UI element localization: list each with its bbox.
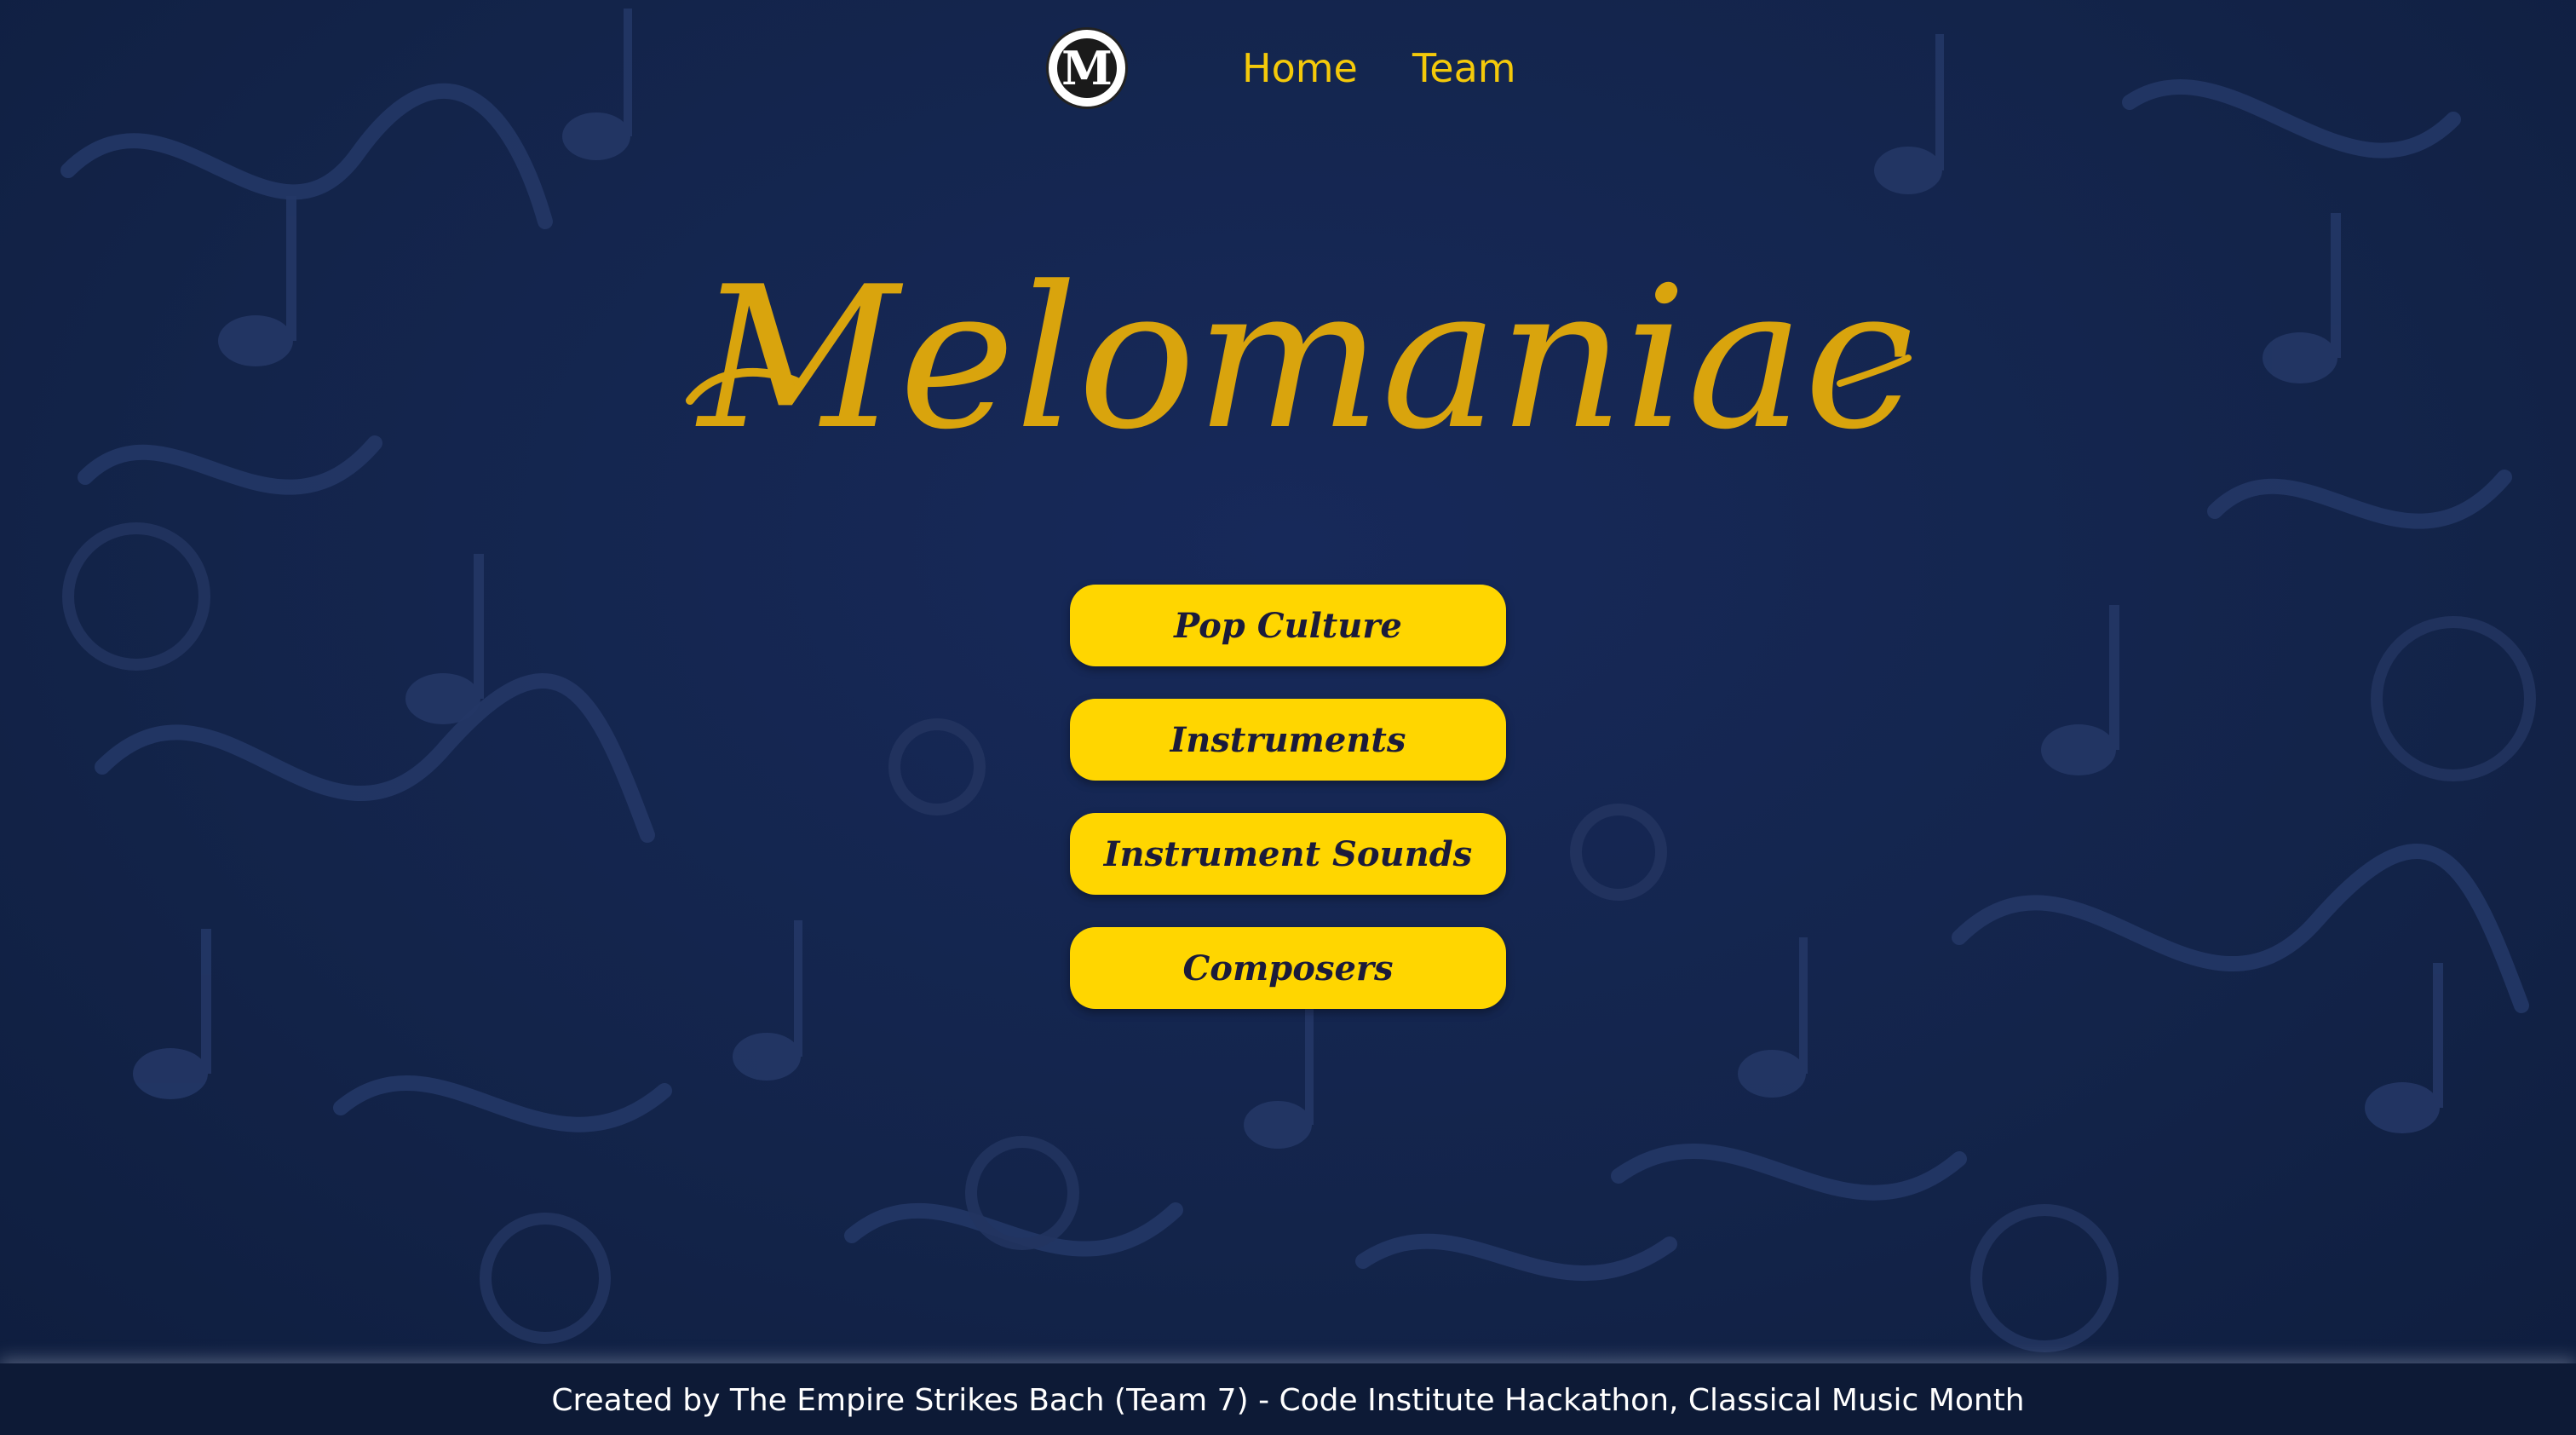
footer: Created by The Empire Strikes Bach (Team… bbox=[0, 1363, 2576, 1435]
composers-button[interactable]: Composers bbox=[1070, 927, 1506, 1009]
instrument-sounds-button[interactable]: Instrument Sounds bbox=[1070, 813, 1506, 895]
logo-emblem: M bbox=[1057, 38, 1117, 98]
site-logo[interactable]: M bbox=[1046, 27, 1128, 109]
logo-letter: M bbox=[1061, 41, 1113, 95]
category-menu: Pop Culture Instruments Instrument Sound… bbox=[1070, 585, 1506, 1041]
navbar: M Home Team bbox=[0, 0, 2576, 136]
hero-title: Melomaniac bbox=[664, 153, 1925, 545]
pop-culture-button[interactable]: Pop Culture bbox=[1070, 585, 1506, 666]
footer-credits: Created by The Empire Strikes Bach (Team… bbox=[551, 1383, 2025, 1418]
hero-title-text: Melomaniac bbox=[695, 245, 1914, 473]
nav-link-home[interactable]: Home bbox=[1242, 43, 1358, 94]
hero-title-script: Melomaniac bbox=[686, 245, 1914, 473]
nav-link-team[interactable]: Team bbox=[1412, 43, 1516, 94]
instruments-button[interactable]: Instruments bbox=[1070, 699, 1506, 781]
